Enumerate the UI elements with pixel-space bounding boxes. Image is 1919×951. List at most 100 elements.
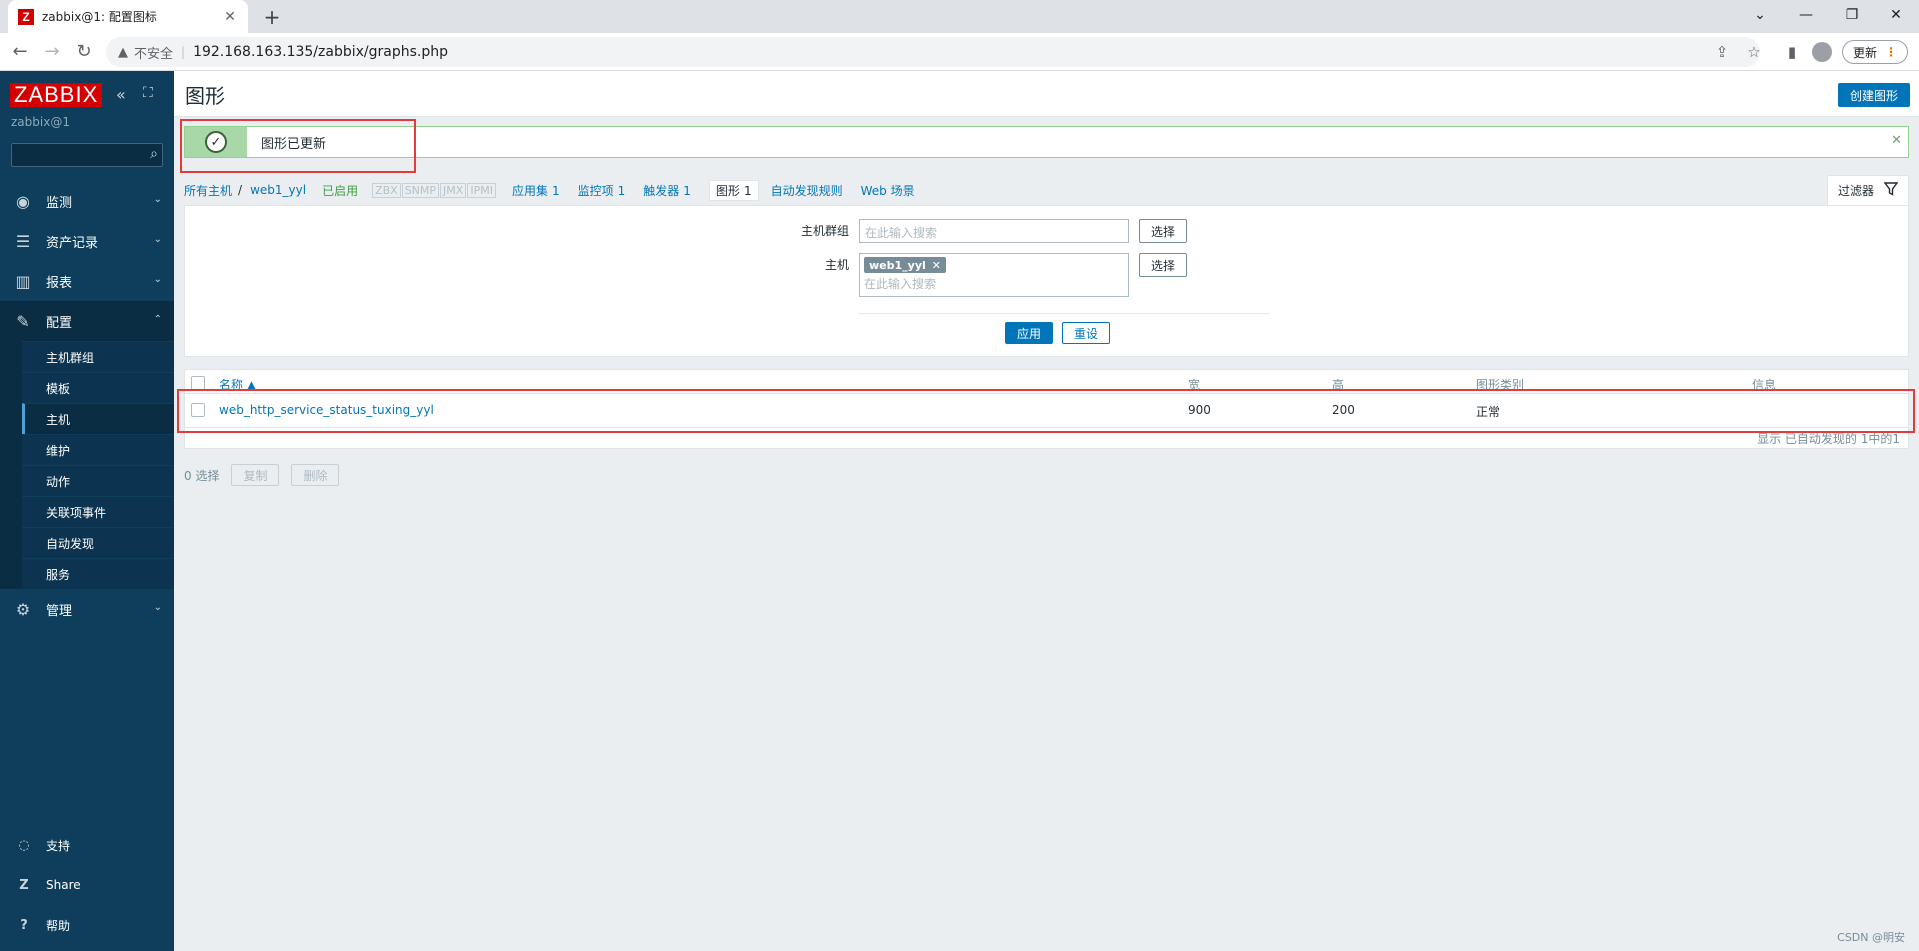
share-icon[interactable]: ⇪ bbox=[1708, 38, 1736, 66]
zabbix-sidebar: ZABBIX « ⛶ zabbix@1 ⌕ ◉ 监测 ⌄ ☰ 资产记录 ⌄ ▥ … bbox=[0, 71, 174, 951]
help-icon: ? bbox=[20, 917, 28, 933]
tab-search-chevron-icon[interactable]: ⌄ bbox=[1737, 0, 1783, 30]
url-text: 192.168.163.135/zabbix/graphs.php bbox=[193, 44, 448, 60]
nav-graphs[interactable]: 图形 1 bbox=[708, 179, 759, 201]
headset-icon: ◌ bbox=[18, 837, 30, 853]
menu-monitoring[interactable]: ◉ 监测 ⌄ bbox=[0, 181, 174, 221]
host-group-label: 主机群组 bbox=[800, 224, 849, 238]
host-link[interactable]: web1_yyl bbox=[250, 183, 306, 197]
minimize-icon[interactable]: — bbox=[1783, 0, 1829, 30]
page-title: 图形 bbox=[185, 84, 225, 108]
chart-icon: ▥ bbox=[15, 271, 31, 291]
wrench-icon: ✎ bbox=[16, 311, 30, 331]
new-tab-button[interactable]: + bbox=[258, 4, 286, 30]
support-link[interactable]: ◌ 支持 bbox=[0, 825, 174, 865]
all-hosts-link[interactable]: 所有主机 bbox=[184, 182, 232, 199]
restore-icon[interactable]: ❐ bbox=[1829, 0, 1875, 30]
bookmark-star-icon[interactable]: ☆ bbox=[1740, 38, 1768, 66]
reload-icon[interactable]: ↻ bbox=[70, 38, 98, 66]
zabbix-logo[interactable]: ZABBIX bbox=[10, 83, 103, 107]
menu-reports[interactable]: ▥ 报表 ⌄ bbox=[0, 261, 174, 301]
filter-panel: 主机群组 在此输入搜索 选择 主机 web1_yyl ✕ 在此输入搜索 选择 应… bbox=[184, 205, 1909, 357]
select-all-checkbox[interactable] bbox=[191, 376, 205, 390]
apply-button[interactable]: 应用 bbox=[1005, 322, 1053, 344]
sidebar-search-input[interactable]: ⌕ bbox=[11, 143, 163, 167]
submenu-host-groups[interactable]: 主机群组 bbox=[22, 341, 174, 372]
zabbix-favicon-icon: Z bbox=[18, 8, 34, 25]
ipmi-availability-badge: IPMI bbox=[467, 182, 496, 198]
submenu-templates[interactable]: 模板 bbox=[22, 372, 174, 403]
nav-items[interactable]: 监控项 1 bbox=[578, 182, 626, 199]
nav-triggers[interactable]: 触发器 1 bbox=[643, 182, 691, 199]
menu-inventory[interactable]: ☰ 资产记录 ⌄ bbox=[0, 221, 174, 261]
menu-administration[interactable]: ⚙ 管理 ⌄ bbox=[0, 589, 174, 629]
address-bar[interactable]: ▲ 不安全 | 192.168.163.135/zabbix/graphs.ph… bbox=[106, 37, 1760, 67]
chevron-down-icon: ⌄ bbox=[153, 602, 162, 613]
side-panel-icon[interactable]: ▮ bbox=[1778, 38, 1806, 66]
server-name: zabbix@1 bbox=[11, 115, 70, 129]
breadcrumb-separator: / bbox=[238, 183, 243, 197]
filter-divider bbox=[859, 313, 1269, 314]
zabbix-share-icon: Z bbox=[19, 877, 29, 893]
create-graph-button[interactable]: 创建图形 bbox=[1838, 83, 1910, 107]
filter-tab[interactable]: 过滤器 bbox=[1827, 175, 1909, 205]
share-link[interactable]: Z Share bbox=[0, 865, 174, 905]
host-group-search-input[interactable]: 在此输入搜索 bbox=[859, 219, 1129, 243]
nav-label: 自动发现规则 bbox=[770, 183, 843, 198]
help-link[interactable]: ? 帮助 bbox=[0, 905, 174, 945]
nav-label: 监控项 bbox=[577, 183, 614, 198]
chevron-down-icon: ⌄ bbox=[153, 274, 162, 285]
delete-button[interactable]: 删除 bbox=[291, 464, 340, 486]
submenu-maintenance[interactable]: 维护 bbox=[22, 434, 174, 465]
menu-label: 管理 bbox=[46, 603, 73, 619]
submenu-event-correlation[interactable]: 关联项事件 bbox=[22, 496, 174, 527]
warning-triangle-icon: ▲ bbox=[118, 44, 128, 60]
url-separator: | bbox=[181, 45, 186, 59]
nav-count: 1 bbox=[617, 183, 626, 198]
kiosk-mode-icon[interactable]: ⛶ bbox=[143, 85, 153, 101]
browser-toolbar: ← → ↻ ▲ 不安全 | 192.168.163.135/zabbix/gra… bbox=[0, 33, 1919, 71]
mass-actions: 0 选择 复制 删除 bbox=[184, 464, 340, 486]
host-group-select-button[interactable]: 选择 bbox=[1139, 219, 1187, 243]
jmx-availability-badge: JMX bbox=[440, 182, 467, 198]
menu-label: 监测 bbox=[46, 195, 73, 211]
back-arrow-icon[interactable]: ← bbox=[6, 38, 34, 66]
browser-tab[interactable]: Z zabbix@1: 配置图标 ✕ bbox=[8, 0, 248, 33]
filter-funnel-icon bbox=[1883, 182, 1899, 199]
submenu-services[interactable]: 服务 bbox=[22, 558, 174, 589]
share-label: Share bbox=[46, 878, 81, 892]
list-icon: ☰ bbox=[15, 231, 31, 251]
profile-avatar[interactable] bbox=[1812, 42, 1832, 62]
host-status-enabled[interactable]: 已启用 bbox=[322, 182, 358, 199]
nav-discovery-rules[interactable]: 自动发现规则 bbox=[771, 182, 843, 199]
host-search-placeholder[interactable]: 在此输入搜索 bbox=[864, 275, 1124, 292]
chevron-up-icon: ⌃ bbox=[153, 314, 162, 325]
menu-configuration[interactable]: ✎ 配置 ⌃ bbox=[0, 301, 174, 341]
host-select-button[interactable]: 选择 bbox=[1139, 253, 1187, 277]
close-message-icon[interactable]: ✕ bbox=[1891, 133, 1902, 148]
submenu-actions[interactable]: 动作 bbox=[22, 465, 174, 496]
submenu-hosts[interactable]: 主机 bbox=[22, 403, 174, 434]
snmp-availability-badge: SNMP bbox=[401, 182, 440, 198]
remove-chip-icon[interactable]: ✕ bbox=[932, 259, 941, 272]
nav-applications[interactable]: 应用集 1 bbox=[512, 182, 560, 199]
page-header: 图形 创建图形 bbox=[174, 71, 1919, 117]
nav-count: 1 bbox=[551, 183, 560, 198]
browser-update-button[interactable]: 更新 ⋮ bbox=[1842, 40, 1908, 64]
main-menu: ◉ 监测 ⌄ ☰ 资产记录 ⌄ ▥ 报表 ⌄ ✎ 配置 ⌃ 主机群组 模板 主机… bbox=[0, 181, 174, 629]
collapse-sidebar-icon[interactable]: « bbox=[116, 85, 126, 104]
host-breadcrumb-nav: 所有主机 / web1_yyl 已启用 ZBX SNMP JMX IPMI 应用… bbox=[184, 179, 933, 201]
host-multiselect[interactable]: web1_yyl ✕ 在此输入搜索 bbox=[859, 253, 1129, 297]
search-icon[interactable]: ⌕ bbox=[150, 146, 158, 162]
nav-label: 触发器 bbox=[643, 183, 680, 198]
submenu-discovery[interactable]: 自动发现 bbox=[22, 527, 174, 558]
eye-icon: ◉ bbox=[16, 191, 30, 211]
forward-arrow-icon[interactable]: → bbox=[38, 38, 66, 66]
reset-button[interactable]: 重设 bbox=[1062, 322, 1110, 344]
copy-button[interactable]: 复制 bbox=[231, 464, 280, 486]
tab-close-icon[interactable]: ✕ bbox=[222, 9, 238, 25]
nav-count: 1 bbox=[743, 183, 752, 198]
window-close-icon[interactable]: ✕ bbox=[1873, 0, 1919, 30]
kebab-menu-icon: ⋮ bbox=[1885, 45, 1897, 59]
nav-web-scenarios[interactable]: Web 场景 bbox=[861, 182, 915, 199]
